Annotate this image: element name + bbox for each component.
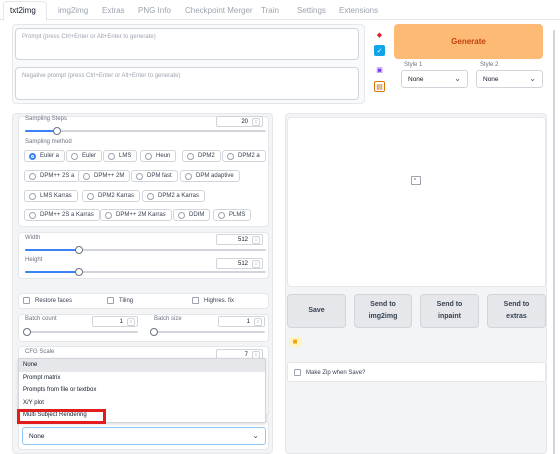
make-zip-checkbox[interactable]: Make Zip when Save? bbox=[294, 369, 365, 376]
batch-size-value: 1 bbox=[246, 318, 250, 325]
dropdown-option-xy-plot[interactable]: X/Y plot bbox=[19, 397, 265, 410]
method-dpm2-a[interactable]: DPM2 a bbox=[222, 150, 266, 162]
sampling-steps-value: 20 bbox=[241, 118, 248, 125]
method-dpmpp-2s-a[interactable]: DPM++ 2S a bbox=[24, 170, 81, 182]
negative-prompt-input[interactable] bbox=[15, 67, 359, 100]
send-to-extras-button[interactable]: Send to extras bbox=[487, 294, 546, 328]
width-slider[interactable] bbox=[25, 246, 266, 254]
batch-count-input[interactable]: 1 ↕ bbox=[92, 316, 138, 327]
chevron-down-icon: ⌄ bbox=[252, 431, 259, 440]
style2-select[interactable]: None ⌄ bbox=[476, 70, 543, 88]
tiling-checkbox[interactable]: Tiling bbox=[107, 297, 133, 304]
method-dpm2[interactable]: DPM2 bbox=[182, 150, 221, 162]
method-dpm-fast[interactable]: DPM fast bbox=[131, 170, 178, 182]
cfg-scale-value: 7 bbox=[244, 351, 248, 358]
method-dpm2-a-karras[interactable]: DPM2 a Karras bbox=[142, 190, 206, 202]
slider-knob[interactable] bbox=[53, 127, 61, 135]
save-button[interactable]: Save bbox=[287, 294, 346, 328]
stepper-icon[interactable]: ↕ bbox=[254, 318, 262, 326]
width-input[interactable]: 512 ↕ bbox=[216, 234, 263, 245]
sampling-steps-label: Sampling Steps bbox=[25, 116, 68, 122]
script-select-value: None bbox=[29, 432, 45, 440]
batch-count-slider[interactable] bbox=[23, 328, 138, 336]
save-style-icon[interactable]: ▣ bbox=[374, 64, 385, 75]
dropdown-option-prompt-matrix[interactable]: Prompt matrix bbox=[19, 372, 265, 385]
method-dpmpp-2m-karras[interactable]: DPM++ 2M Karras bbox=[100, 209, 172, 221]
tab-checkpoint-merger[interactable]: Checkpoint Merger bbox=[185, 6, 253, 15]
tab-train[interactable]: Train bbox=[261, 6, 279, 15]
tab-bar: txt2img img2img Extras PNG Info Checkpoi… bbox=[0, 0, 560, 21]
scrollbar[interactable] bbox=[553, 30, 555, 454]
width-label: Width bbox=[25, 235, 41, 241]
chevron-down-icon: ⌄ bbox=[529, 74, 536, 83]
batch-size-input[interactable]: 1 ↕ bbox=[218, 316, 265, 327]
method-heun[interactable]: Heun bbox=[140, 150, 177, 162]
tab-txt2img[interactable]: txt2img bbox=[10, 6, 36, 15]
slider-knob[interactable] bbox=[23, 328, 31, 336]
generate-button[interactable]: Generate bbox=[394, 24, 543, 59]
script-select[interactable]: None ⌄ bbox=[22, 427, 266, 445]
tab-settings[interactable]: Settings bbox=[297, 6, 326, 15]
batch-size-label: Batch size bbox=[154, 316, 182, 322]
paste-icon[interactable]: ◆ bbox=[374, 29, 385, 40]
height-slider[interactable] bbox=[25, 268, 266, 276]
highlight-box bbox=[17, 409, 106, 424]
height-value: 512 bbox=[237, 260, 248, 267]
style1-label: Style 1 bbox=[404, 62, 423, 68]
sampling-steps-input[interactable]: 20 ↕ bbox=[216, 116, 263, 127]
send-to-img2img-button[interactable]: Send to img2img bbox=[354, 294, 412, 328]
height-label: Height bbox=[25, 257, 43, 263]
slider-knob[interactable] bbox=[75, 268, 83, 276]
restore-faces-checkbox[interactable]: Restore faces bbox=[23, 297, 72, 304]
sampling-steps-slider[interactable] bbox=[25, 127, 266, 135]
highres-fix-checkbox[interactable]: Highres. fix bbox=[192, 297, 234, 304]
stepper-icon[interactable]: ↕ bbox=[252, 118, 260, 126]
style2-label: Style 2 bbox=[480, 62, 499, 68]
slider-knob[interactable] bbox=[75, 246, 83, 254]
method-euler-a[interactable]: Euler a bbox=[24, 150, 66, 162]
tab-png-info[interactable]: PNG Info bbox=[138, 6, 171, 15]
batch-size-slider[interactable] bbox=[150, 328, 265, 336]
style1-select[interactable]: None ⌄ bbox=[401, 70, 468, 88]
style1-value: None bbox=[408, 75, 424, 83]
dropdown-option-none[interactable]: None bbox=[19, 359, 265, 372]
method-lms[interactable]: LMS bbox=[103, 150, 138, 162]
style2-value: None bbox=[483, 75, 499, 83]
method-plms[interactable]: PLMS bbox=[213, 209, 252, 221]
batch-count-value: 1 bbox=[119, 318, 123, 325]
image-placeholder-icon bbox=[411, 176, 421, 185]
method-dpmpp-2s-a-karras[interactable]: DPM++ 2S a Karras bbox=[24, 209, 100, 221]
dropdown-option-prompts-from-file[interactable]: Prompts from file or textbox bbox=[19, 384, 265, 397]
height-input[interactable]: 512 ↕ bbox=[216, 258, 263, 269]
tab-extensions[interactable]: Extensions bbox=[339, 6, 378, 15]
method-dpmpp-2m[interactable]: DPM++ 2M bbox=[78, 170, 131, 182]
image-output bbox=[287, 117, 546, 287]
stepper-icon[interactable]: ↕ bbox=[252, 260, 260, 268]
width-value: 512 bbox=[237, 236, 248, 243]
apply-style-icon[interactable]: ▤ bbox=[374, 81, 385, 92]
folder-icon[interactable]: ■ bbox=[289, 337, 301, 347]
stepper-icon[interactable]: ↕ bbox=[127, 318, 135, 326]
tab-extras[interactable]: Extras bbox=[102, 6, 125, 15]
method-dpm-adaptive[interactable]: DPM adaptive bbox=[180, 170, 240, 182]
send-to-inpaint-button[interactable]: Send to inpaint bbox=[420, 294, 479, 328]
method-dpm2-karras[interactable]: DPM2 Karras bbox=[82, 190, 141, 202]
sampling-method-label: Sampling method bbox=[25, 139, 72, 145]
tab-img2img[interactable]: img2img bbox=[58, 6, 88, 15]
slider-knob[interactable] bbox=[150, 328, 158, 336]
batch-count-label: Batch count bbox=[25, 316, 57, 322]
cfg-scale-label: CFG Scale bbox=[25, 349, 55, 355]
prompt-input[interactable] bbox=[15, 28, 359, 60]
method-euler[interactable]: Euler bbox=[66, 150, 103, 162]
method-ddim[interactable]: DDIM bbox=[173, 209, 211, 221]
clear-icon[interactable]: ✓ bbox=[374, 45, 385, 56]
method-lms-karras[interactable]: LMS Karras bbox=[24, 190, 78, 202]
stepper-icon[interactable]: ↕ bbox=[252, 236, 260, 244]
chevron-down-icon: ⌄ bbox=[454, 74, 461, 83]
